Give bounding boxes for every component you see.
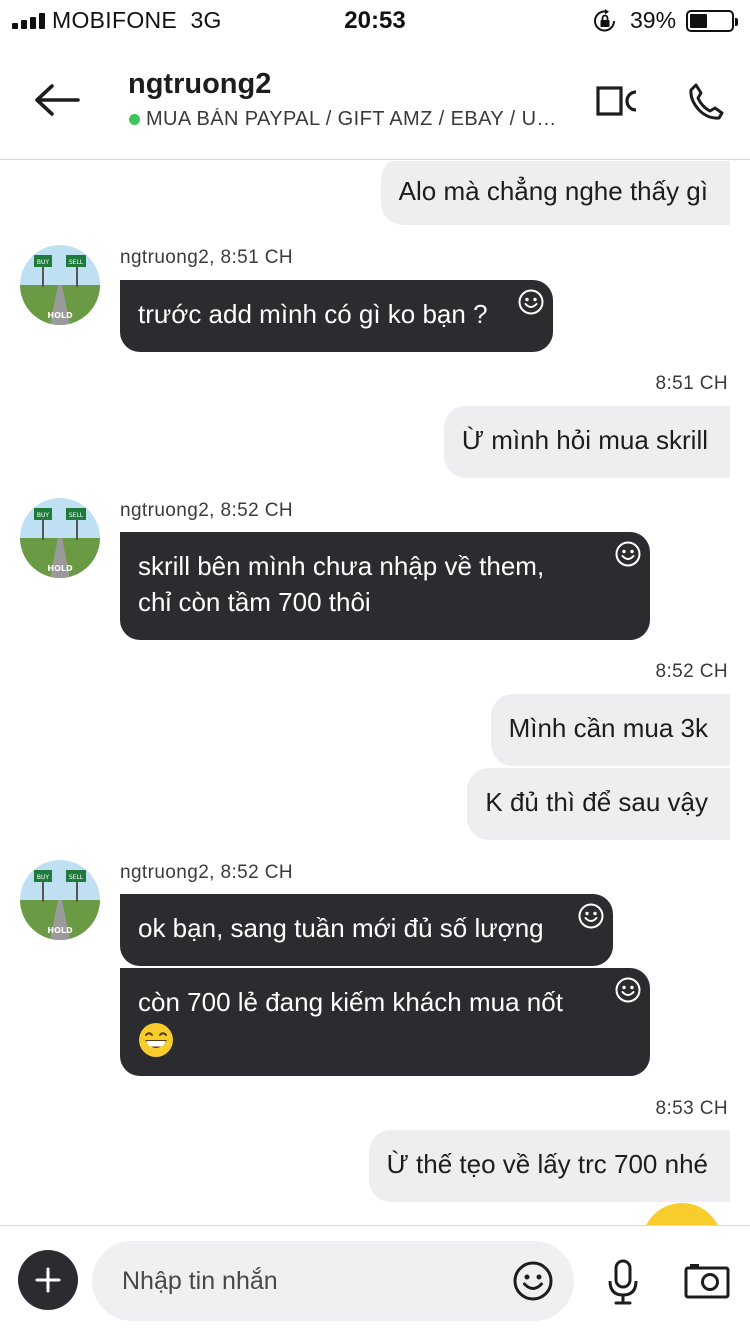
message-input-container[interactable] bbox=[92, 1241, 574, 1321]
message-sender-time: ngtruong2, 8:51 CH bbox=[120, 247, 294, 268]
svg-text:SELL: SELL bbox=[69, 874, 84, 881]
microphone-icon[interactable] bbox=[606, 1259, 640, 1305]
message-sender-time: ngtruong2, 8:52 CH bbox=[120, 862, 294, 883]
message-text: Ừ mình hỏi mua skrill bbox=[461, 425, 708, 455]
contact-avatar[interactable]: BUY SELL HOLD bbox=[20, 245, 100, 325]
message-timestamp: 8:53 CH bbox=[655, 1098, 728, 1119]
message-text: còn 700 lẻ đang kiếm khách mua nốt bbox=[138, 987, 563, 1017]
svg-text:BUY: BUY bbox=[37, 874, 50, 881]
camera-icon[interactable] bbox=[684, 1263, 730, 1299]
message-text: Alo mà chẳng nghe thấy gì bbox=[398, 176, 708, 206]
battery-icon bbox=[686, 10, 738, 32]
message-bubble-outgoing[interactable]: Mình cần mua 3k bbox=[490, 694, 730, 766]
message-bubble-incoming[interactable]: còn 700 lẻ đang kiếm khách mua nốt bbox=[120, 968, 650, 1076]
message-timestamp: 8:51 CH bbox=[655, 373, 728, 394]
add-reaction-icon[interactable] bbox=[577, 902, 605, 930]
message-text-line: chỉ còn tầm 700 thôi bbox=[138, 587, 371, 617]
svg-text:HOLD: HOLD bbox=[47, 926, 73, 935]
svg-text:BUY: BUY bbox=[37, 259, 50, 266]
status-bar: MOBIFONE 3G 20:53 39% bbox=[0, 0, 750, 40]
online-status-dot bbox=[129, 114, 140, 125]
video-call-icon[interactable] bbox=[596, 86, 640, 116]
svg-text:HOLD: HOLD bbox=[47, 564, 73, 573]
svg-text:SELL: SELL bbox=[69, 259, 84, 266]
contact-avatar[interactable]: BUY SELL HOLD bbox=[20, 498, 100, 578]
chat-header: ngtruong2 MUA BÁN PAYPAL / GIFT AMZ / EB… bbox=[0, 40, 750, 160]
add-attachment-button[interactable] bbox=[18, 1250, 78, 1310]
message-bubble-outgoing[interactable]: K đủ thì để sau vậy bbox=[467, 768, 730, 840]
message-bubble-incoming[interactable]: skrill bên mình chưa nhập về them, chỉ c… bbox=[120, 532, 650, 640]
add-reaction-icon[interactable] bbox=[614, 540, 642, 568]
svg-text:HOLD: HOLD bbox=[47, 311, 73, 320]
message-text: Ừ thế tẹo về lấy trc 700 nhé bbox=[386, 1149, 708, 1179]
contact-avatar[interactable]: BUY SELL HOLD bbox=[20, 860, 100, 940]
svg-text:SELL: SELL bbox=[69, 512, 84, 519]
grinning-face-emoji-icon bbox=[139, 1023, 173, 1058]
phone-call-icon[interactable] bbox=[688, 82, 724, 120]
message-timestamp: 8:52 CH bbox=[655, 661, 728, 682]
battery-percentage: 39% bbox=[630, 7, 677, 33]
add-reaction-icon[interactable] bbox=[517, 288, 545, 316]
message-bubble-outgoing[interactable]: Alo mà chẳng nghe thấy gì bbox=[380, 161, 730, 225]
message-bubble-incoming[interactable]: ok bạn, sang tuần mới đủ số lượng bbox=[120, 894, 613, 966]
message-text: ok bạn, sang tuần mới đủ số lượng bbox=[138, 913, 544, 943]
message-composer bbox=[0, 1225, 750, 1334]
message-input[interactable] bbox=[122, 1241, 502, 1321]
message-bubble-outgoing[interactable]: Ừ mình hỏi mua skrill bbox=[443, 406, 730, 478]
chat-subtitle[interactable]: MUA BÁN PAYPAL / GIFT AMZ / EBAY / U… bbox=[146, 108, 562, 131]
rotation-lock-icon bbox=[594, 9, 615, 32]
add-reaction-icon[interactable] bbox=[614, 976, 642, 1004]
message-text: K đủ thì để sau vậy bbox=[485, 787, 708, 817]
emoji-picker-icon[interactable] bbox=[512, 1260, 554, 1302]
message-bubble-outgoing[interactable]: Ừ thế tẹo về lấy trc 700 nhé bbox=[368, 1130, 730, 1202]
back-arrow-icon[interactable] bbox=[30, 80, 82, 120]
message-text-line: skrill bên mình chưa nhập về them, bbox=[138, 551, 545, 581]
chat-title[interactable]: ngtruong2 bbox=[128, 68, 271, 101]
plus-icon bbox=[35, 1267, 61, 1293]
message-list[interactable]: Alo mà chẳng nghe thấy gì BUY SELL HOLD … bbox=[0, 161, 750, 1225]
svg-text:BUY: BUY bbox=[37, 512, 50, 519]
message-text: Mình cần mua 3k bbox=[508, 713, 708, 743]
message-text: trước add mình có gì ko bạn ? bbox=[138, 299, 488, 329]
grinning-face-emoji-icon bbox=[646, 1203, 718, 1225]
message-sender-time: ngtruong2, 8:52 CH bbox=[120, 500, 294, 521]
message-bubble-incoming[interactable]: trước add mình có gì ko bạn ? bbox=[120, 280, 553, 352]
